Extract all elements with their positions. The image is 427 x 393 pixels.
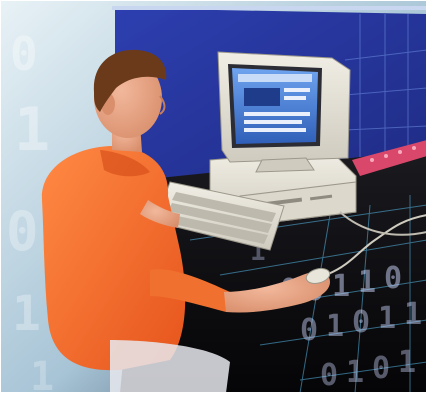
- binary-digit: 1: [358, 265, 376, 300]
- binary-digit: 1: [346, 355, 364, 390]
- monitor-stand: [255, 157, 315, 173]
- binary-digit: 0: [6, 200, 39, 263]
- binary-digit: 0: [320, 358, 338, 393]
- binary-digit: 1: [332, 269, 350, 304]
- binary-digit: 1: [378, 301, 396, 336]
- screen-text-line: [244, 120, 302, 124]
- screen-text-line: [284, 96, 306, 100]
- screen-text-line: [244, 112, 310, 116]
- screen-header-bar: [238, 74, 312, 82]
- binary-digit: 0: [10, 27, 38, 81]
- binary-digit: 1: [12, 286, 41, 342]
- scene-illustration: 01011001100101101011: [0, 0, 427, 393]
- photo-scene: 01011001100101101011: [0, 0, 427, 393]
- binary-digit: 1: [404, 297, 422, 332]
- binary-digit: 1: [14, 95, 50, 165]
- person-orange-shirt: [41, 146, 186, 371]
- binary-digit: 0: [384, 261, 402, 296]
- screen-image-block: [244, 88, 280, 106]
- binary-digit: 0: [372, 351, 390, 386]
- binary-digit: 1: [30, 354, 54, 393]
- wall-top-edge: [112, 6, 427, 10]
- screen-text-line: [244, 128, 306, 132]
- binary-digit: 0: [352, 305, 370, 340]
- binary-digit: 1: [326, 309, 344, 344]
- binary-digit: 0: [300, 313, 318, 348]
- binary-digit: 1: [398, 345, 416, 380]
- screen-text-line: [284, 88, 310, 92]
